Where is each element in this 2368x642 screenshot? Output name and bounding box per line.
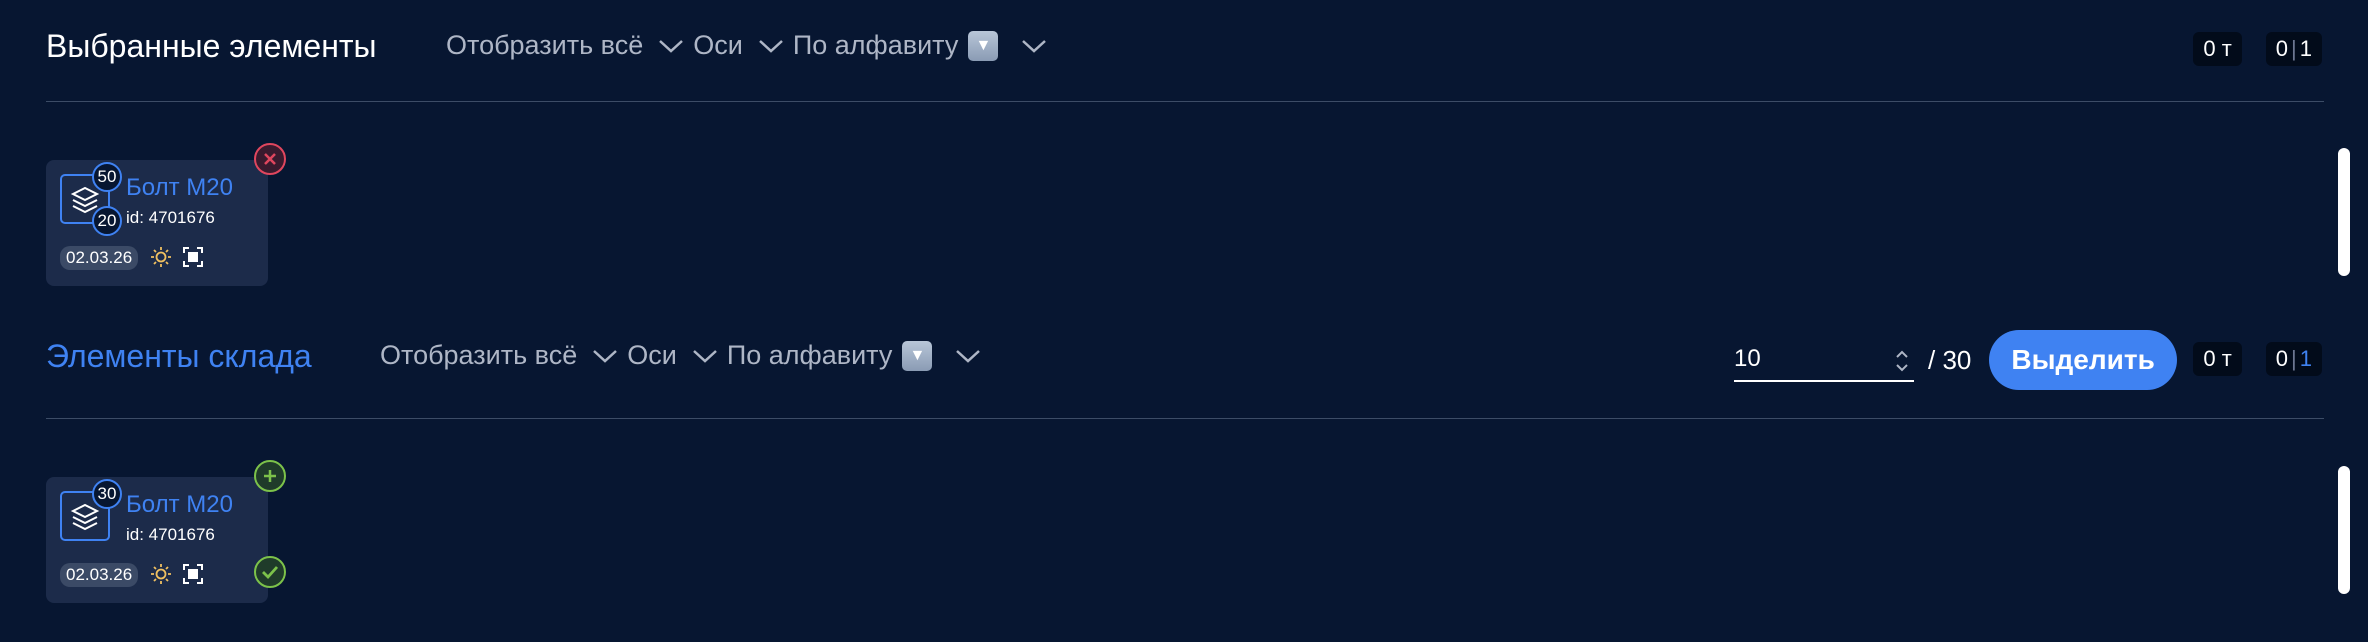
add-element-button[interactable] [254,460,286,492]
selected-show-all-dropdown[interactable]: Отобразить всё [446,30,693,61]
quantity-badge: 50 [92,162,122,192]
chevron-down-icon [757,36,785,56]
quantity-badge: 30 [92,479,122,509]
quantity-total: / 30 [1928,344,1972,375]
descending-sort-icon: ▼ [968,30,999,61]
element-name[interactable]: Болт М20 [126,491,233,519]
warehouse-element-card[interactable]: 30 Болт М20 id: 4701676 02.03.26 [46,477,268,603]
selected-filters: Отобразить всё Оси По алфавиту ▼ [446,30,1056,61]
show-all-label: Отобразить всё [380,340,578,370]
element-id: id: 4701676 [126,208,215,227]
warehouse-header: Элементы склада Отобразить всё Оси По ал… [46,330,2322,390]
sun-icon[interactable] [150,563,172,590]
divider [46,101,2324,102]
plus-icon [264,470,276,482]
sort-label: По алфавиту [792,30,959,60]
quantity-badge: 20 [92,206,122,236]
selected-element-card[interactable]: 50 20 Болт М20 id: 4701676 02.03.26 [46,160,268,286]
quantity-input[interactable] [1734,338,1914,382]
element-date: 02.03.26 [60,563,139,587]
descending-sort-icon: ▼ [902,340,933,371]
warehouse-scrollbar[interactable] [2338,466,2350,594]
warehouse-sort-dropdown[interactable]: По алфавиту ▼ [727,340,991,371]
sun-icon[interactable] [150,246,172,273]
selected-axes-dropdown[interactable]: Оси [693,30,793,61]
quantity-control: / 30 Выделить [1734,330,2177,390]
stepper-icon[interactable] [1894,348,1910,379]
axes-label: Оси [627,340,677,370]
selected-title: Выбранные элементы [46,28,377,64]
axes-label: Оси [693,30,743,60]
warehouse-axes-dropdown[interactable]: Оси [627,340,727,371]
select-button[interactable]: Выделить [1989,330,2177,390]
show-all-label: Отобразить всё [446,30,644,60]
warehouse-totals: 0 т 0 | 1 [2169,342,2322,376]
element-name[interactable]: Болт М20 [126,174,233,202]
frame-select-icon[interactable] [182,246,204,273]
selected-elements-section: Выбранные элементы Отобразить всё Оси По… [0,0,2368,300]
frame-select-icon[interactable] [182,563,204,590]
sort-label: По алфавиту [726,340,893,370]
chevron-down-icon [657,36,685,56]
warehouse-title[interactable]: Элементы склада [46,338,312,375]
warehouse-filters: Отобразить всё Оси По алфавиту ▼ [380,340,990,371]
weight-badge: 0 т [2193,32,2242,66]
divider [46,418,2324,419]
chevron-down-icon [591,346,619,366]
selected-scrollbar[interactable] [2338,148,2350,276]
chevron-down-icon [691,346,719,366]
selected-totals: 0 т 0 | 1 [2169,32,2322,66]
count-badge: 0 | 1 [2265,32,2322,66]
weight-badge: 0 т [2193,342,2242,376]
warehouse-elements-section: Элементы склада Отобразить всё Оси По ал… [0,310,2368,642]
element-id: id: 4701676 [126,525,215,544]
count-badge: 0 | 1 [2265,342,2322,376]
chevron-down-icon [1020,36,1048,56]
selected-sort-dropdown[interactable]: По алфавиту ▼ [793,30,1057,61]
selected-header: Выбранные элементы Отобразить всё Оси По… [46,22,2322,80]
warehouse-show-all-dropdown[interactable]: Отобразить всё [380,340,627,371]
chevron-down-icon [954,346,982,366]
element-date: 02.03.26 [60,246,139,270]
check-icon [262,566,279,580]
confirm-element-button[interactable] [254,556,286,588]
remove-element-button[interactable] [254,143,286,175]
close-icon [264,153,276,165]
